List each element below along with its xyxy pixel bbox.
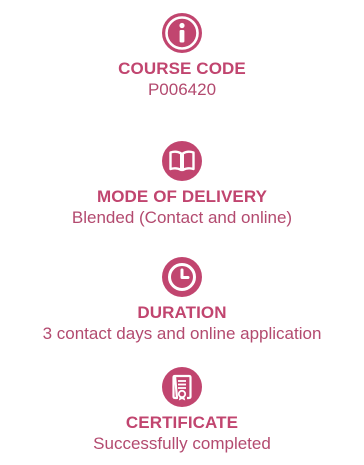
course-code-section: COURSE CODE P006420 xyxy=(0,12,364,100)
mode-of-delivery-value: Blended (Contact and online) xyxy=(71,208,293,227)
duration-value: 3 contact days and online application xyxy=(42,324,322,343)
mode-of-delivery-label: MODE OF DELIVERY xyxy=(96,187,268,206)
course-code-label: COURSE CODE xyxy=(118,59,246,78)
duration-label: DURATION xyxy=(137,303,227,322)
certificate-value: Successfully completed xyxy=(93,434,271,453)
duration-section: DURATION 3 contact days and online appli… xyxy=(0,256,364,344)
certificate-label: CERTIFICATE xyxy=(125,413,239,432)
certificate-icon xyxy=(161,366,203,408)
course-code-value: P006420 xyxy=(147,80,217,99)
book-icon xyxy=(161,140,203,182)
certificate-section: CERTIFICATE Successfully completed xyxy=(0,366,364,454)
info-icon xyxy=(161,12,203,54)
clock-icon xyxy=(161,256,203,298)
mode-of-delivery-section: MODE OF DELIVERY Blended (Contact and on… xyxy=(0,140,364,228)
